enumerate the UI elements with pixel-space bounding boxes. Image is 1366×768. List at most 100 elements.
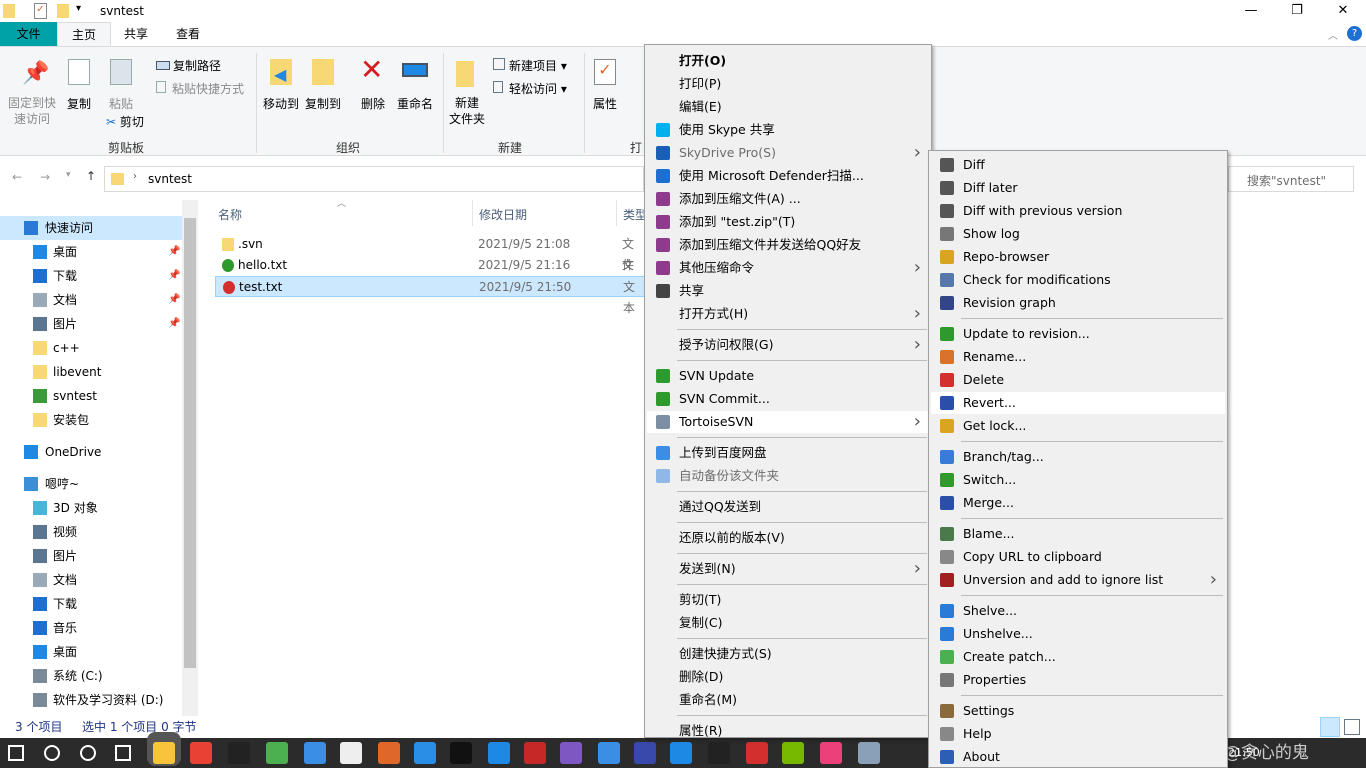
sidebar-item[interactable]: 桌面 📌 — [0, 240, 182, 264]
menu-item-e[interactable]: 编辑(E) — [647, 96, 929, 118]
tab-file[interactable]: 文件 — [0, 22, 57, 46]
menu-item-item[interactable]: 上传到百度网盘 — [647, 442, 929, 464]
menu-item-g[interactable]: 授予访问权限(G) › — [647, 334, 929, 356]
typora-icon[interactable] — [340, 742, 362, 764]
cut-button[interactable]: ✂ 剪切 — [106, 113, 144, 130]
menu-item-r[interactable]: 属性(R) — [647, 720, 929, 742]
menu-item-h[interactable]: 打开方式(H) › — [647, 303, 929, 325]
menu-item-t[interactable]: 剪切(T) — [647, 589, 929, 611]
maximize-button[interactable]: ❐ — [1274, 0, 1320, 22]
sidebar-item[interactable]: 下载 📌 — [0, 264, 182, 288]
app-icon[interactable] — [670, 742, 692, 764]
record-icon[interactable] — [820, 742, 842, 764]
sidebar-item[interactable]: 文档 📌 — [0, 288, 182, 312]
sidebar-item[interactable]: 文档 — [0, 568, 182, 592]
details-view-button[interactable] — [1320, 717, 1340, 737]
breadcrumb-svntest[interactable]: svntest — [148, 172, 192, 186]
sidebar-item[interactable]: 音乐 — [0, 616, 182, 640]
tortoisesvn-icon[interactable] — [858, 742, 880, 764]
wechat-icon[interactable] — [266, 742, 288, 764]
menu-item-switch[interactable]: Switch... — [931, 469, 1225, 491]
menu-item-check-for-modifications[interactable]: Check for modifications — [931, 269, 1225, 291]
file-row[interactable]: test.txt 2021/9/5 21:50 文本 — [215, 276, 645, 315]
sidebar-item[interactable]: 桌面 — [0, 640, 182, 664]
menu-item-s[interactable]: 创建快捷方式(S) — [647, 643, 929, 665]
sidebar-item[interactable]: 下载 — [0, 592, 182, 616]
menu-item-d[interactable]: 删除(D) — [647, 666, 929, 688]
recent-locations-button[interactable]: ▾ — [66, 170, 71, 180]
sidebar-item[interactable]: 系统 (C:) — [0, 664, 182, 688]
paint-icon[interactable] — [634, 742, 656, 764]
sidebar-item[interactable]: 视频 — [0, 520, 182, 544]
chrome-icon[interactable] — [190, 742, 212, 764]
sidebar-item[interactable]: 图片 📌 — [0, 312, 182, 336]
close-button[interactable]: ✕ — [1320, 0, 1366, 22]
new-item-button[interactable]: 新建项目 ▾ — [493, 57, 567, 74]
menu-item-item[interactable]: 共享 — [647, 280, 929, 302]
menu-item-repo-browser[interactable]: Repo-browser — [931, 246, 1225, 268]
menu-item-copy-url-to-clipboard[interactable]: Copy URL to clipboard — [931, 546, 1225, 568]
forward-button[interactable]: → — [40, 170, 50, 184]
sidebar-item[interactable]: libevent — [0, 360, 182, 384]
new-folder-button[interactable]: 新建 文件夹 — [447, 95, 487, 127]
menu-item-skydrive-pro-s[interactable]: SkyDrive Pro(S) › — [647, 142, 929, 164]
start-icon[interactable] — [8, 745, 24, 761]
menu-item-help[interactable]: Help — [931, 723, 1225, 745]
menu-item-unshelve[interactable]: Unshelve... — [931, 623, 1225, 645]
help-icon[interactable]: ? — [1347, 26, 1362, 41]
menu-item-m[interactable]: 重命名(M) — [647, 689, 929, 711]
menu-item-a[interactable]: 添加到压缩文件(A) ... — [647, 188, 929, 210]
file-row[interactable]: .svn 2021/9/5 21:08 文件 — [215, 234, 645, 272]
copy-path-button[interactable]: 复制路径 — [156, 57, 221, 74]
sidebar-item[interactable]: c++ — [0, 336, 182, 360]
menu-item-diff-with-previous-version[interactable]: Diff with previous version — [931, 200, 1225, 222]
search-input[interactable]: 搜索"svntest" — [1228, 166, 1354, 192]
menu-item-p[interactable]: 打印(P) — [647, 73, 929, 95]
column-header-date[interactable]: 修改日期 — [479, 206, 527, 223]
qq-icon[interactable] — [228, 742, 250, 764]
up-button[interactable]: ↑ — [86, 169, 96, 183]
pycharm-icon[interactable] — [450, 742, 472, 764]
menu-item-c[interactable]: 复制(C) — [647, 612, 929, 634]
terminal-icon[interactable] — [708, 742, 730, 764]
menu-item-microsoft-defender[interactable]: 使用 Microsoft Defender扫描... — [647, 165, 929, 187]
menu-item-diff[interactable]: Diff — [931, 154, 1225, 176]
menu-item-svn-update[interactable]: SVN Update — [647, 365, 929, 387]
properties-button[interactable]: 属性 — [590, 95, 620, 112]
menu-item-properties[interactable]: Properties — [931, 669, 1225, 691]
paste-button[interactable]: 粘贴 — [106, 95, 136, 112]
search-icon[interactable] — [44, 745, 60, 761]
delete-button[interactable]: 删除 — [358, 95, 388, 112]
menu-item-update-to-revision[interactable]: Update to revision... — [931, 323, 1225, 345]
matlab-icon[interactable] — [378, 742, 400, 764]
sidebar-item[interactable]: 软件及学习资料 (D:) — [0, 688, 182, 712]
move-to-button[interactable]: 移动到 — [261, 95, 301, 112]
menu-item-n[interactable]: 发送到(N) › — [647, 558, 929, 580]
menu-item-svn-commit[interactable]: SVN Commit... — [647, 388, 929, 410]
column-header-name[interactable]: 名称 — [218, 206, 242, 223]
large-icons-view-button[interactable] — [1344, 719, 1360, 735]
address-input[interactable]: › svntest — [104, 166, 644, 192]
zy-icon[interactable] — [524, 742, 546, 764]
menu-item-merge[interactable]: Merge... — [931, 492, 1225, 514]
menu-item-delete[interactable]: Delete — [931, 369, 1225, 391]
sidebar-item[interactable]: 快速访问 — [0, 216, 182, 240]
en-icon[interactable] — [560, 742, 582, 764]
back-button[interactable]: ← — [12, 170, 22, 184]
easy-access-button[interactable]: 轻松访问 ▾ — [493, 80, 567, 97]
new-folder-quick-icon[interactable] — [57, 4, 69, 18]
menu-item-get-lock[interactable]: Get lock... — [931, 415, 1225, 437]
menu-item-qq[interactable]: 通过QQ发送到 — [647, 496, 929, 518]
app-icon[interactable] — [488, 742, 510, 764]
customize-toolbar-icon[interactable]: ▾ — [76, 3, 81, 14]
minimize-button[interactable]: — — [1228, 0, 1274, 22]
cortana-icon[interactable] — [80, 745, 96, 761]
rename-button[interactable]: 重命名 — [395, 95, 435, 112]
copy-to-button[interactable]: 复制到 — [303, 95, 343, 112]
file-row[interactable]: hello.txt2021/9/5 21:16文本 — [215, 255, 645, 293]
menu-item-about[interactable]: About — [931, 746, 1225, 768]
collapse-ribbon-icon[interactable]: ︿ — [1328, 27, 1338, 42]
file-explorer-icon[interactable] — [153, 742, 175, 764]
menu-item-skype[interactable]: 使用 Skype 共享 — [647, 119, 929, 141]
sidebar-item[interactable]: 嗯哼~ — [0, 472, 182, 496]
